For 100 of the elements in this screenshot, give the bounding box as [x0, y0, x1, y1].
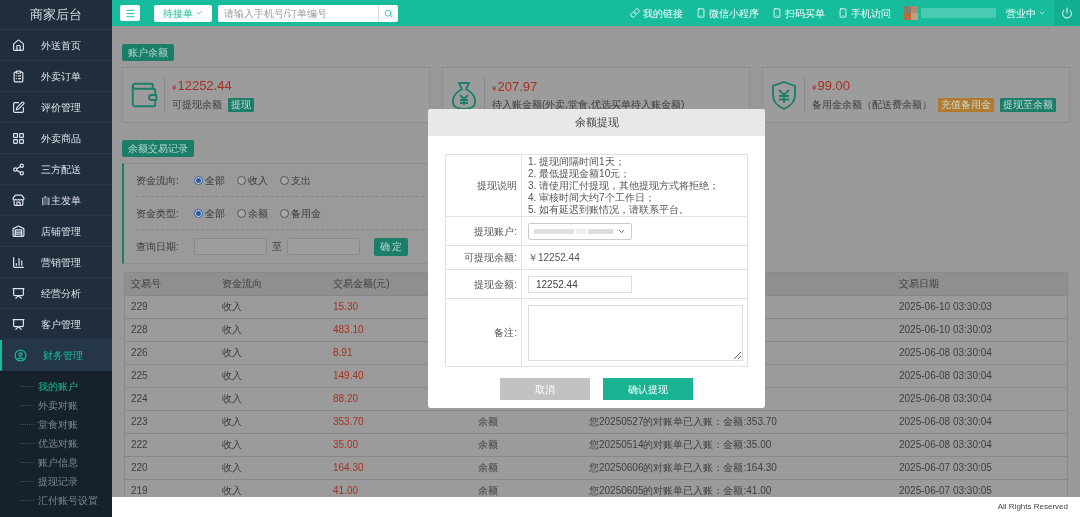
- radio-label: 备用金: [291, 206, 321, 221]
- header-link[interactable]: 手机访问: [838, 5, 891, 21]
- search-field[interactable]: 请输入手机号/订单编号: [218, 4, 378, 22]
- column-header: 资金流向: [222, 278, 262, 289]
- note-line: 1. 提现间隔时间1天；: [528, 155, 626, 168]
- power-icon: [1061, 7, 1073, 19]
- table-cell: 收入: [222, 462, 242, 473]
- grid-icon: [12, 131, 25, 145]
- menu-icon: [124, 7, 136, 19]
- action-button[interactable]: 充值备用金: [938, 97, 994, 112]
- table-cell: 收入: [222, 439, 242, 450]
- presentation-icon: [12, 317, 25, 331]
- radio-button[interactable]: [280, 175, 289, 185]
- submenu-item[interactable]: 外卖对账: [34, 398, 78, 413]
- radio-button[interactable]: [280, 208, 289, 218]
- submenu-item[interactable]: 账户信息: [34, 455, 78, 470]
- table-cell: 您20250514的对账单已入账：金额:35.00: [589, 439, 772, 450]
- radio-button[interactable]: [194, 175, 203, 185]
- table-cell: 226: [131, 347, 148, 358]
- table-cell: 2025-06-08 03:30:04: [899, 347, 992, 358]
- radio-button[interactable]: [237, 208, 246, 218]
- header-link[interactable]: 扫码买单: [772, 5, 825, 21]
- radio-label: 收入: [248, 173, 268, 188]
- table-cell: 229: [131, 301, 148, 312]
- table-cell: 2025-06-08 03:30:04: [899, 370, 992, 381]
- amount-cell: 8.91: [333, 347, 353, 358]
- submenu-item[interactable]: 堂食对账: [34, 417, 78, 432]
- table-cell: 228: [131, 324, 148, 335]
- filter-label: 资金类型:: [136, 206, 180, 221]
- store-icon: [12, 224, 25, 238]
- balance-label: 备用金余额（配送费余额）: [812, 98, 932, 111]
- form-label: 提现金额:: [474, 277, 517, 292]
- phone-icon: [772, 8, 782, 18]
- table-cell: 225: [131, 370, 148, 381]
- table-cell: 2025-06-08 03:30:04: [899, 416, 992, 427]
- table-cell: 2025-06-07 03:30:05: [899, 462, 992, 473]
- money-bag-icon: [449, 80, 478, 110]
- date-separator: 至: [272, 240, 282, 254]
- table-cell: 2025-06-08 03:30:04: [899, 393, 992, 404]
- table-cell: 219: [131, 485, 148, 496]
- confirm-withdraw-button[interactable]: 确认提现: [603, 378, 693, 400]
- form-label: 备注:: [494, 326, 517, 340]
- table-cell: 您20250527的对账单已入账：金额:353.70: [589, 416, 777, 427]
- radio-label: 全部: [205, 206, 225, 221]
- balance-amount: ¥207.97: [492, 79, 539, 95]
- blurred-avatar: [904, 6, 918, 20]
- store-icon: [12, 193, 25, 207]
- note-line: 2. 最低提现金额10元；: [528, 167, 632, 180]
- form-label: 提现账户:: [474, 224, 517, 239]
- confirm-button[interactable]: 确 定: [374, 237, 408, 256]
- section-title: 账户余额: [122, 44, 174, 61]
- chart-icon: [12, 255, 25, 269]
- dialog-title: 余额提现: [428, 109, 765, 136]
- table-cell: 2025-06-10 03:30:03: [899, 324, 992, 335]
- table-cell: 收入: [222, 485, 242, 496]
- caret-icon: [195, 9, 203, 17]
- submenu-item[interactable]: 提现记录: [34, 474, 78, 489]
- table-cell: 2025-06-07 03:30:05: [899, 485, 992, 496]
- order-filter-dropdown[interactable]: 待接单: [154, 4, 212, 22]
- form-label: 可提现余额:: [464, 251, 517, 265]
- account-select[interactable]: [528, 222, 632, 240]
- menu-item[interactable]: 财务管理: [0, 340, 112, 371]
- home-icon: [12, 38, 25, 52]
- header-link[interactable]: 我的链接: [630, 5, 683, 21]
- table-cell: 您20250605的对账单已入账：金额:41.00: [589, 485, 772, 496]
- amount-cell: 35.00: [333, 439, 359, 450]
- table-cell: 余额: [478, 485, 498, 496]
- action-button[interactable]: 提现: [228, 97, 254, 112]
- note-line: 3. 请使用汇付提现，其他提现方式将拒绝；: [528, 179, 720, 192]
- remark-field[interactable]: [528, 304, 743, 361]
- column-header: 交易日期: [899, 278, 939, 289]
- note-line: 5. 如有延迟到账情况，请联系平台。: [528, 203, 691, 216]
- table-cell: 2025-06-10 03:30:03: [899, 301, 992, 312]
- status-dropdown[interactable]: 营业中: [1006, 5, 1046, 21]
- filter-label: 资金流向:: [136, 173, 180, 188]
- header-link[interactable]: 微信小程序: [696, 5, 759, 21]
- form-label: 提现说明: [477, 179, 517, 193]
- table-cell: 223: [131, 416, 148, 427]
- radio-button[interactable]: [237, 175, 246, 185]
- submenu-item[interactable]: 汇付账号设置: [34, 493, 98, 508]
- submenu-item[interactable]: 我的账户: [34, 379, 78, 394]
- action-button[interactable]: 提现至余额: [1000, 97, 1056, 112]
- radio-label: 余额: [248, 206, 268, 221]
- table-cell: 2025-06-08 03:30:04: [899, 439, 992, 450]
- search-icon: [384, 8, 393, 18]
- shield-icon: [769, 80, 798, 110]
- table-cell: 收入: [222, 370, 242, 381]
- submenu-item[interactable]: 优选对账: [34, 436, 78, 451]
- power-button[interactable]: [1054, 0, 1080, 26]
- search-button[interactable]: [378, 4, 398, 22]
- section-title: 余额交易记录: [122, 140, 194, 157]
- radio-button[interactable]: [194, 208, 203, 218]
- presentation-icon: [12, 286, 25, 300]
- available-balance: ￥12252.44: [528, 251, 580, 265]
- amount-field[interactable]: 12252.44: [528, 275, 632, 293]
- table-cell: 您20250606的对账单已入账：金额:164.30: [589, 462, 777, 473]
- balance-amount: ¥12252.44: [172, 78, 233, 94]
- phone-icon: [838, 8, 848, 18]
- link-icon: [630, 8, 640, 18]
- menu-button[interactable]: [120, 5, 140, 21]
